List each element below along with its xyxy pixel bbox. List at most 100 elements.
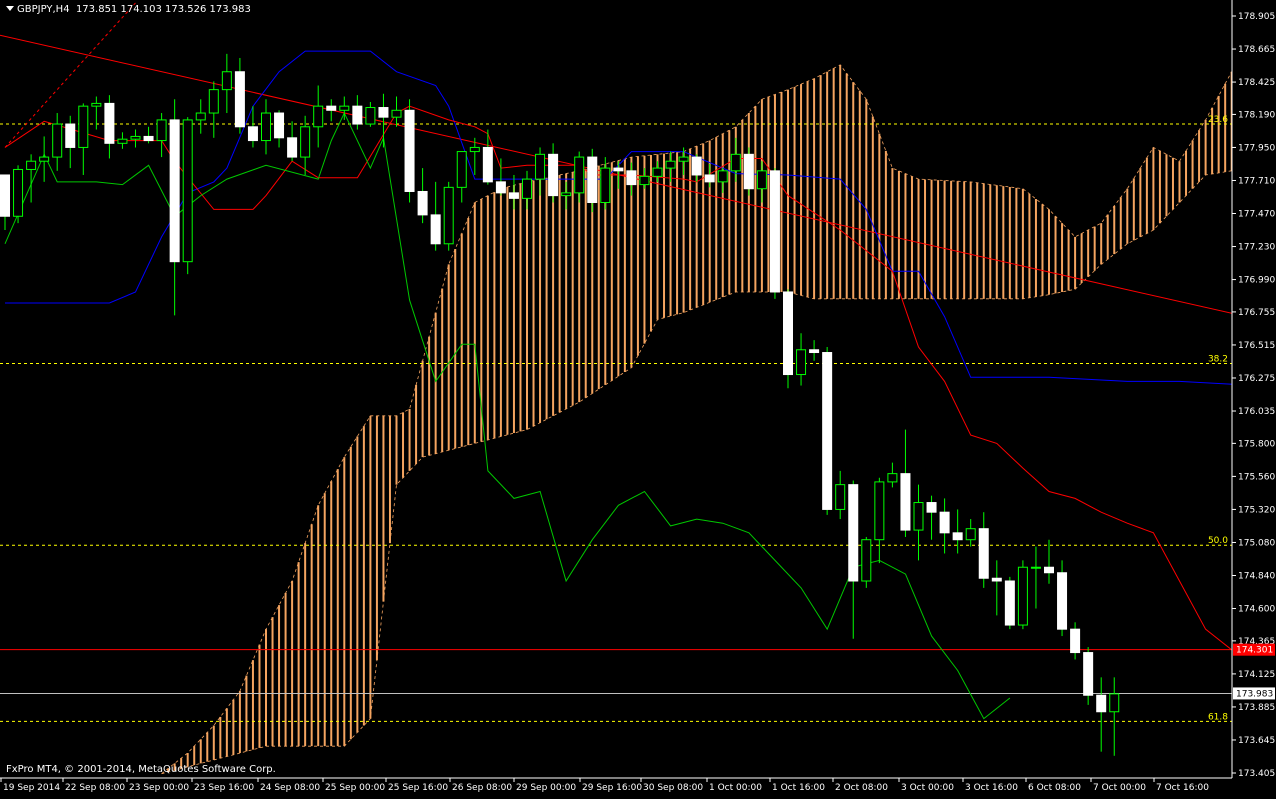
senkou-span-b [161,170,1276,775]
price-tick-label: 177.230 [1238,243,1275,253]
candle-body [117,138,128,144]
candle-body [769,170,780,293]
fib-label: 38.2 [1208,355,1228,365]
candle-body [326,105,337,111]
candle-body [182,119,193,263]
candle-body [65,123,76,148]
time-tick-label: 7 Oct 00:00 [1093,783,1146,793]
candle-body [900,473,911,531]
fib-label: 23.6 [1208,115,1228,125]
chart-root[interactable]: 23.6 38.2 50.0 61.8 178.905 178.665 178.425 17… [0,0,1276,795]
candle-body [300,126,311,158]
candle-body [1017,566,1028,626]
candle-body [600,167,611,203]
candle-body [143,135,154,142]
senkou-span-a [161,57,1276,775]
candle-body [261,112,271,142]
candle-body [26,160,37,170]
time-tick-label: 3 Oct 16:00 [965,783,1018,793]
price-tick-label: 177.710 [1238,176,1275,186]
time-tick-label: 24 Sep 08:00 [260,783,320,793]
candle-body [626,170,637,186]
time-axis: 19 Sep 2014 22 Sep 08:00 23 Sep 00:00 23 Se… [0,777,1276,795]
candle-body [1070,628,1081,654]
candle-body [0,174,10,217]
candle-body [1083,652,1094,696]
candle-body [874,481,885,541]
candle-body [1044,566,1054,574]
fib-label: 61.8 [1208,712,1228,722]
candle-body [417,190,428,216]
candle-body [652,167,663,177]
time-tick-label: 23 Sep 00:00 [129,783,189,793]
candle-body [52,123,63,158]
candle-body [13,168,24,217]
candle-body [508,192,519,199]
candle-body [274,112,285,139]
candle-body [965,528,976,541]
price-tick-label: 178.425 [1238,78,1275,88]
candle-body [822,352,833,510]
candle-body [926,502,937,513]
candle-body [783,291,793,376]
time-tick-label: 19 Sep 2014 [3,783,60,793]
candle-body [548,153,559,197]
time-tick-label: 23 Sep 16:00 [194,783,254,793]
price-tick-label: 178.190 [1238,110,1275,120]
price-chart[interactable]: 23.638.250.061.8 178.905178.665178.42517… [0,0,1276,795]
time-tick-label: 6 Oct 08:00 [1028,783,1081,793]
candle-body [587,156,598,203]
candle-body [861,539,872,582]
candle-body [887,473,898,483]
candle-body [848,484,859,582]
candle-body [717,170,728,183]
candle-body [561,192,572,197]
candle-body [495,181,506,194]
candle-body [991,577,1002,582]
candle-body [287,137,298,158]
candle-body [730,153,741,172]
price-tick-label: 175.320 [1238,505,1275,515]
time-tick-label: 7 Oct 16:00 [1156,783,1209,793]
candle-body [809,349,820,354]
candle-body [1109,693,1120,713]
price-tick-label: 175.080 [1238,538,1275,548]
candle-body [221,71,232,91]
candle-body [404,109,415,192]
candle-body [430,214,441,245]
time-tick-label: 22 Sep 08:00 [65,783,125,793]
candle-body [835,484,846,510]
candle-body [156,119,167,142]
candle-body [939,511,950,534]
candle-body [378,107,389,118]
price-tick-label: 177.470 [1238,210,1275,220]
dropdown-triangle-icon[interactable] [6,6,14,11]
candle-body [1030,566,1041,569]
price-tick-label: 175.560 [1238,472,1275,482]
price-tick-label: 176.755 [1238,308,1275,318]
candle-body [665,160,676,169]
candle-body [78,105,89,148]
price-tick-label: 176.275 [1238,374,1275,384]
time-tick-label: 1 Oct 16:00 [772,783,825,793]
price-tick-label: 174.600 [1238,605,1275,615]
price-tick-label: 176.035 [1238,407,1275,417]
candle-body [456,151,467,188]
time-tick-label: 29 Sep 00:00 [516,783,576,793]
symbol-label: GBPJPY,H4 [17,4,70,15]
candle-body [952,532,963,541]
candle-body [339,105,350,111]
price-tick-label: 174.125 [1238,670,1275,680]
candle-body [104,102,115,144]
candle-body [208,89,219,114]
candle-body [130,135,141,140]
price-tick-label: 178.905 [1238,12,1275,22]
candle-body [978,528,989,579]
candle-body [691,156,702,176]
copyright-text: FxPro MT4, © 2001-2014, MetaQuotes Softw… [6,764,276,775]
candle-body [443,186,454,245]
time-tick-label: 25 Sep 00:00 [325,783,385,793]
candle-body [613,167,624,172]
price-tick-label: 173.405 [1238,769,1275,779]
symbol-header: GBPJPY,H4 173.851 174.103 173.526 173.98… [6,4,251,15]
